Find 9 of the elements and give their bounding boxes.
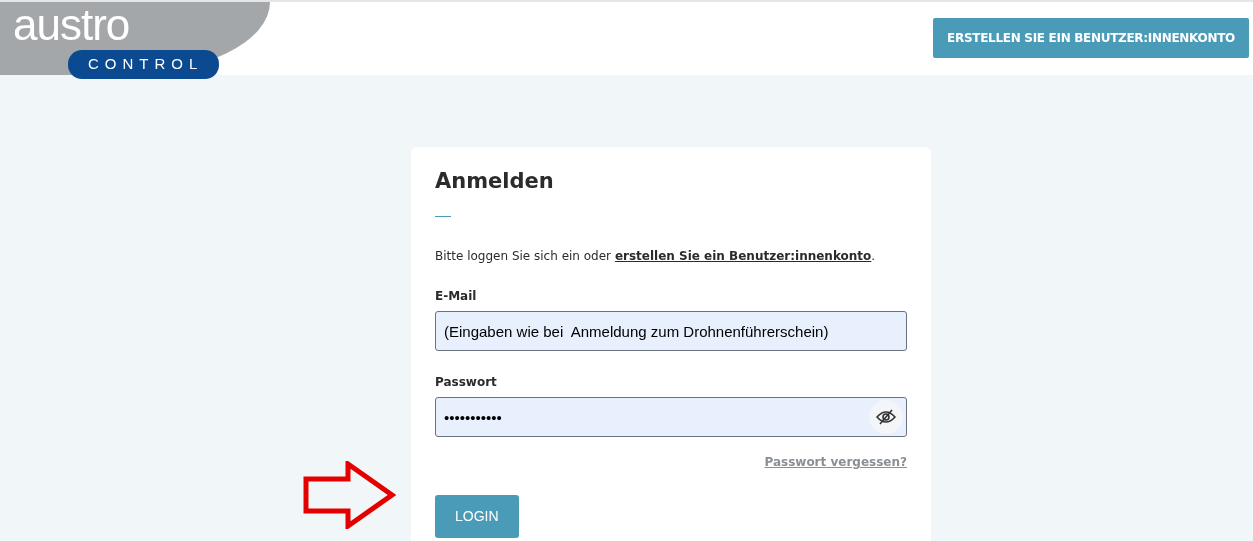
email-field[interactable]: (Eingaben wie bei Anmeldung zum Drohnenführerschein) [435, 311, 907, 352]
password-field[interactable]: ••••••••••• [435, 397, 907, 438]
arrow-icon [302, 461, 396, 529]
field-label: Passwort [435, 374, 498, 392]
intro-text: Bitte loggen Sie sich ein oder erstellen Sie ein Benutzer:innenkonto. [435, 248, 877, 266]
field-label: E-Mail [435, 288, 478, 306]
logo-text: austro [13, 2, 130, 44]
card-title: Anmelden [435, 169, 555, 195]
logo-badge: CONTROL [68, 50, 220, 79]
